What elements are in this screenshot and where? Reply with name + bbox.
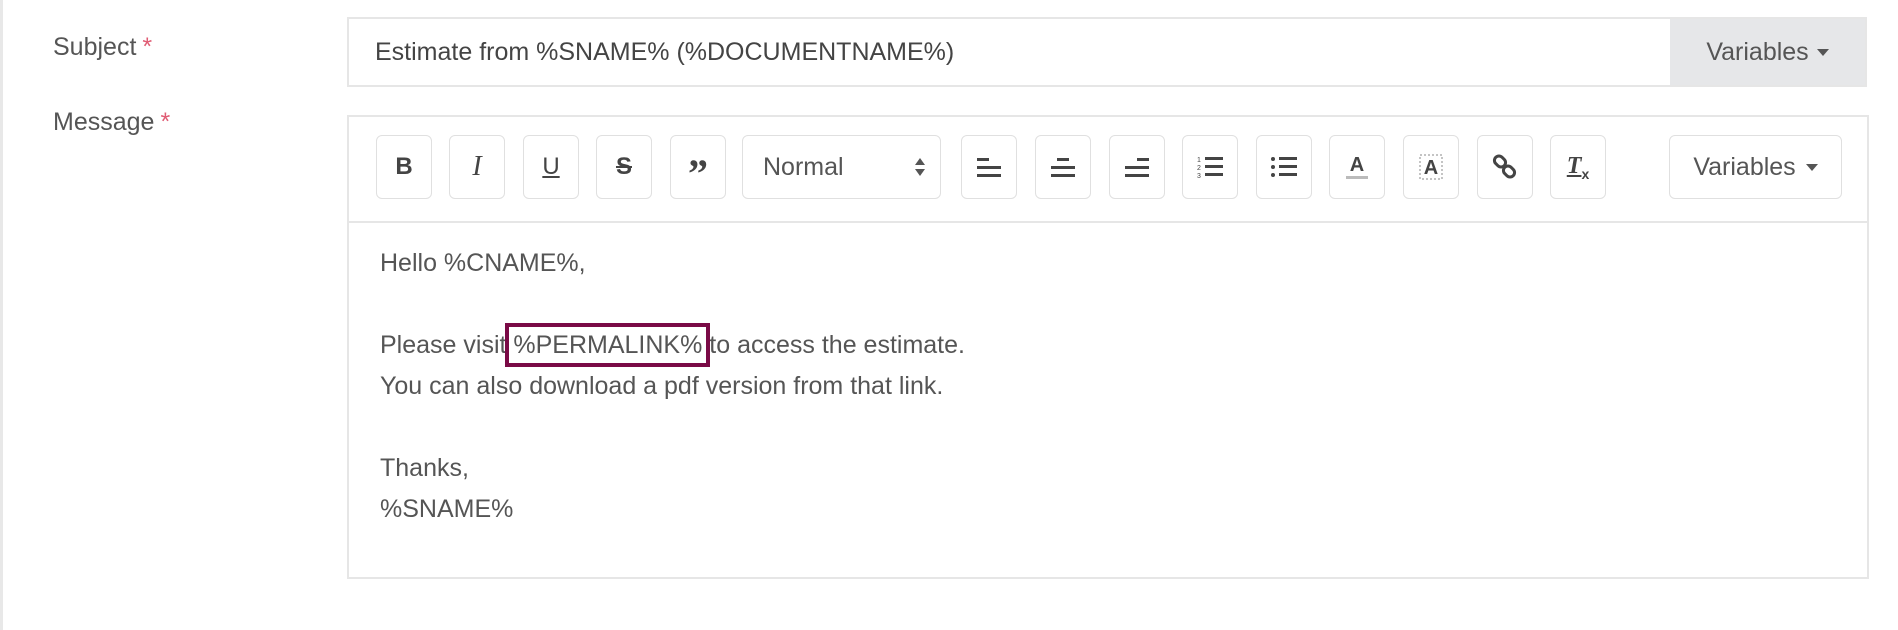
- editor-toolbar: B I U S ” Normal 123 A A Tx Variables: [349, 117, 1867, 223]
- body-line: Please visit %PERMALINK% to access the e…: [380, 323, 965, 367]
- body-line: Thanks,: [380, 454, 469, 482]
- subject-input[interactable]: [349, 19, 1670, 85]
- format-select[interactable]: Normal: [742, 135, 941, 199]
- message-editor: B I U S ” Normal 123 A A Tx Variables He…: [347, 115, 1869, 579]
- underline-icon: U: [542, 153, 560, 180]
- subject-field-group: Variables: [347, 17, 1867, 87]
- bullet-list-button[interactable]: [1256, 135, 1312, 199]
- subject-variables-dropdown[interactable]: Variables: [1670, 19, 1865, 85]
- align-left-button[interactable]: [961, 135, 1017, 199]
- italic-button[interactable]: I: [449, 135, 505, 199]
- select-arrows-icon: [915, 158, 925, 176]
- caret-down-icon: [1816, 48, 1829, 56]
- left-border: [0, 0, 3, 630]
- svg-text:1: 1: [1197, 157, 1201, 164]
- align-right-button[interactable]: [1109, 135, 1165, 199]
- text-color-button[interactable]: A: [1329, 135, 1385, 199]
- message-label: Message *: [53, 108, 171, 136]
- permalink-variable-highlight: %PERMALINK%: [505, 323, 711, 367]
- bold-icon: B: [395, 153, 413, 180]
- align-center-icon: [1051, 158, 1075, 177]
- required-asterisk: *: [142, 33, 153, 61]
- clear-formatting-button[interactable]: Tx: [1550, 135, 1606, 199]
- underline-button[interactable]: U: [523, 135, 579, 199]
- blockquote-button[interactable]: ”: [670, 135, 726, 199]
- variables-label: Variables: [1706, 37, 1809, 66]
- link-icon: [1492, 154, 1517, 179]
- required-asterisk: *: [160, 108, 171, 136]
- variables-label: Variables: [1693, 152, 1796, 181]
- strikethrough-button[interactable]: S: [596, 135, 652, 199]
- clear-formatting-icon: Tx: [1566, 152, 1590, 182]
- subject-label: Subject *: [53, 33, 153, 61]
- link-button[interactable]: [1477, 135, 1533, 199]
- align-left-icon: [977, 158, 1001, 177]
- background-color-button[interactable]: A: [1403, 135, 1459, 199]
- message-body[interactable]: Hello %CNAME%, Please visit %PERMALINK% …: [380, 243, 1847, 530]
- strikethrough-icon: S: [615, 153, 632, 180]
- svg-text:3: 3: [1197, 173, 1201, 179]
- bold-button[interactable]: B: [376, 135, 432, 199]
- svg-text:A: A: [1424, 157, 1438, 179]
- ordered-list-icon: 123: [1197, 157, 1223, 179]
- background-color-icon: A: [1419, 154, 1443, 180]
- message-variables-dropdown[interactable]: Variables: [1669, 135, 1842, 199]
- ordered-list-button[interactable]: 123: [1182, 135, 1238, 199]
- blockquote-icon: ”: [688, 151, 708, 196]
- body-line: You can also download a pdf version from…: [380, 372, 944, 400]
- align-right-icon: [1125, 158, 1149, 177]
- bullet-list-icon: [1271, 157, 1297, 177]
- text-color-icon: A: [1346, 154, 1368, 179]
- body-line: %SNAME%: [380, 495, 514, 523]
- align-center-button[interactable]: [1035, 135, 1091, 199]
- svg-text:A: A: [1350, 154, 1364, 176]
- caret-down-icon: [1805, 163, 1818, 171]
- svg-text:2: 2: [1197, 165, 1201, 172]
- italic-icon: I: [472, 151, 482, 182]
- format-select-value: Normal: [763, 152, 844, 181]
- body-line: Hello %CNAME%,: [380, 249, 586, 277]
